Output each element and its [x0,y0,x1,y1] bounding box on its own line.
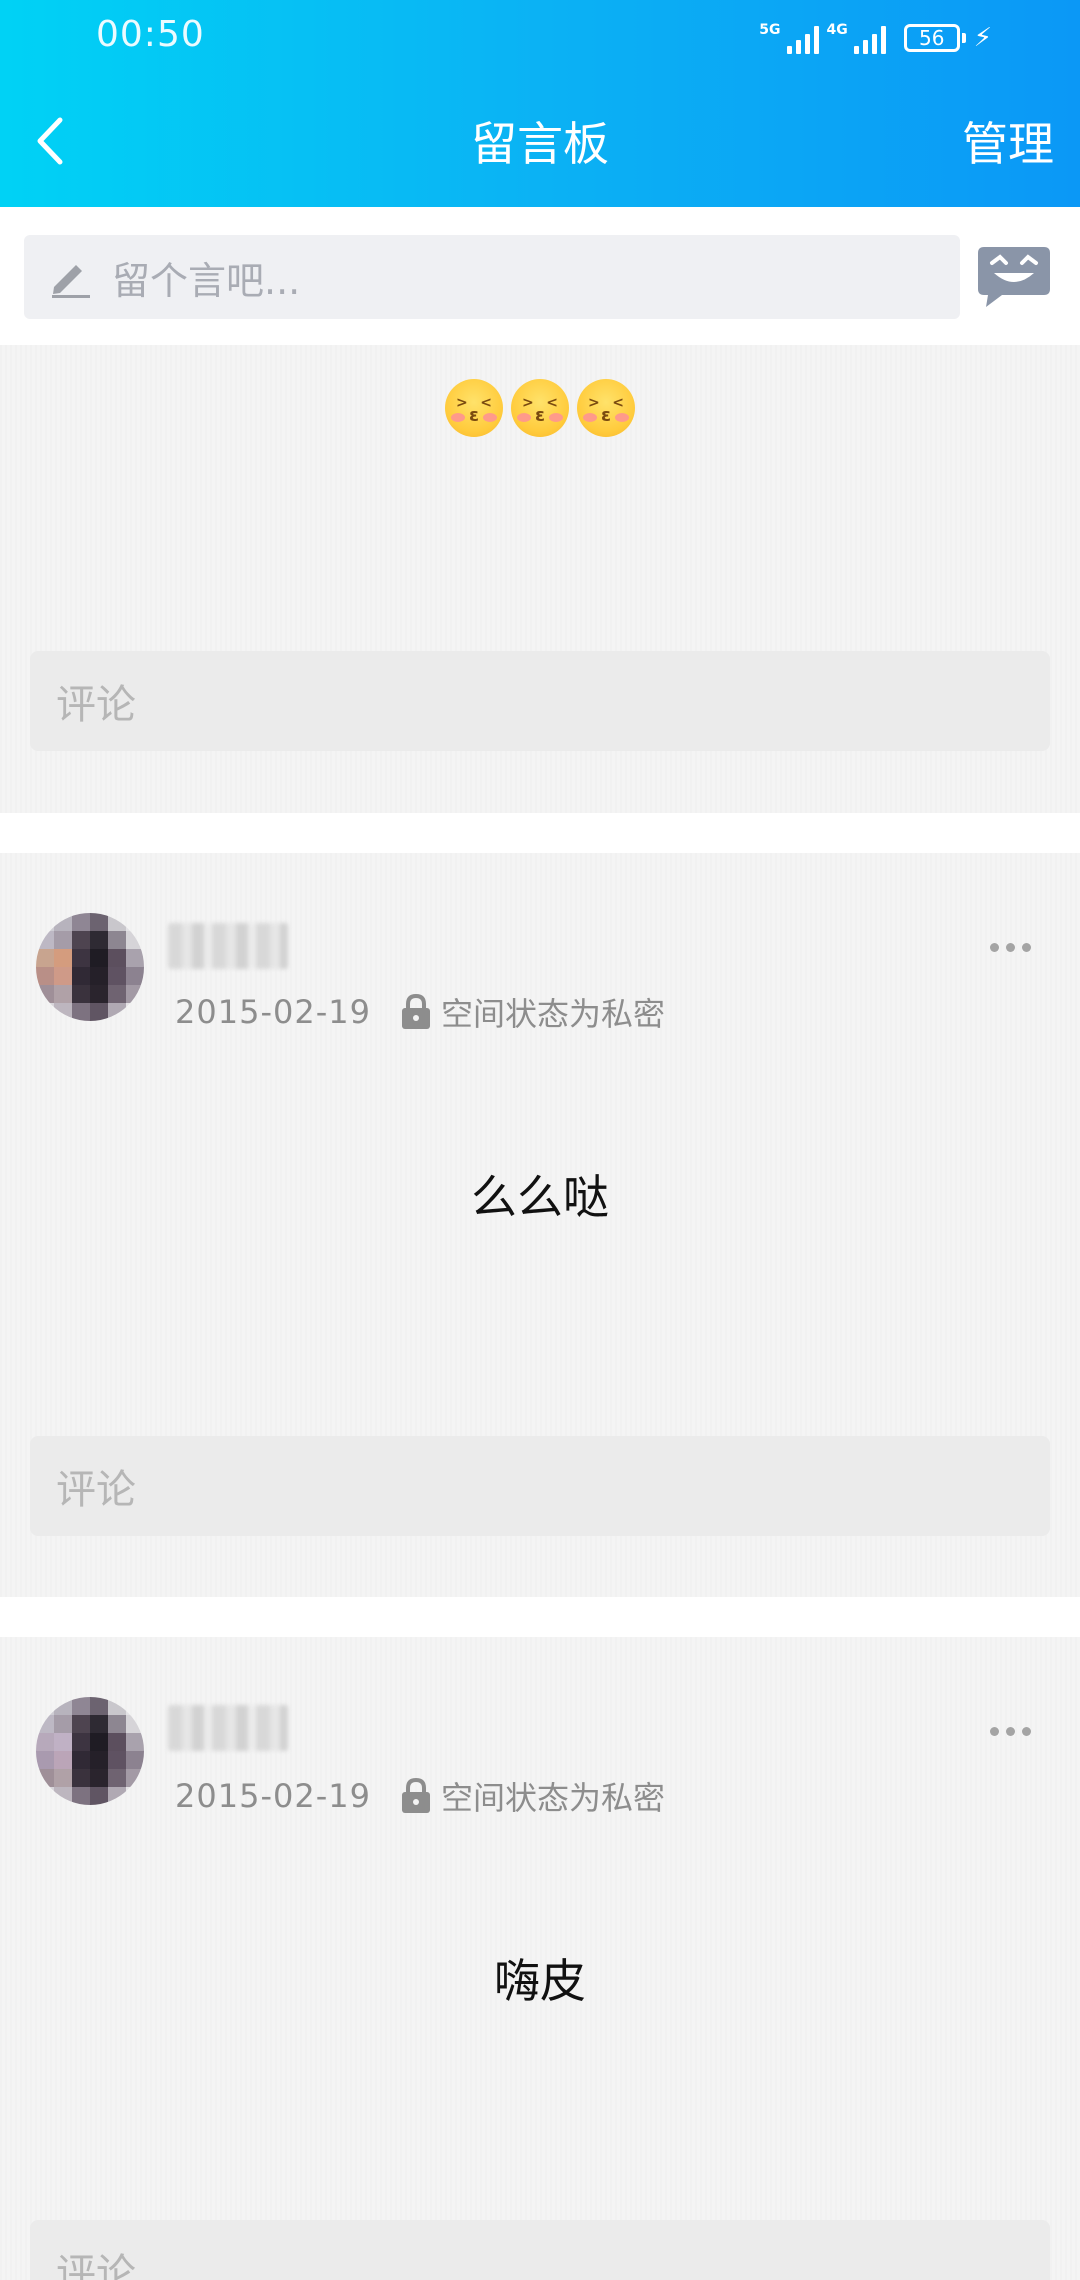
lock-icon [401,1777,430,1813]
comment-input[interactable]: 评论 [30,1436,1050,1536]
lock-icon [401,993,430,1029]
message-input[interactable]: 留个言吧... [24,235,960,319]
signal-5g-icon: 5G [759,22,819,54]
comment-placeholder: 评论 [56,2251,136,2280]
message-text: 嗨皮 [494,1954,586,2008]
kiss-emoji-icon: > < ε [511,379,569,437]
message-card: 2015-02-19 空间状态为私密 嗨皮 评论 [0,1637,1080,2280]
post-meta: 2015-02-19 空间状态为私密 [175,1773,665,1819]
message-text: 么么哒 [471,1170,609,1224]
more-options-icon[interactable] [990,937,1040,957]
avatar[interactable] [36,913,144,1021]
post-meta: 2015-02-19 空间状态为私密 [175,989,665,1035]
page-title: 留言板 [471,117,609,171]
comment-input[interactable]: 评论 [30,2220,1050,2280]
kiss-emoji-icon: > < ε [445,379,503,437]
privacy-status: 空间状态为私密 [440,995,665,1033]
signal-4g-icon: 4G [827,22,886,54]
message-card: 2015-02-19 空间状态为私密 么么哒 评论 [0,853,1080,1597]
post-date: 2015-02-19 [175,993,371,1031]
comment-placeholder: 评论 [56,682,136,728]
post-date: 2015-02-19 [175,1777,371,1815]
kiss-emoji-icon: > < ε [577,379,635,437]
battery-icon: 56 [903,24,966,52]
card-divider [0,813,1080,853]
message-emoji-row: > < ε > < ε > < ε [0,379,1080,437]
card-divider [0,1597,1080,1637]
comment-input[interactable]: 评论 [30,651,1050,751]
username-blurred[interactable] [168,1705,288,1751]
status-time: 00:50 [96,14,205,55]
signal-5g-label: 5G [759,22,781,38]
message-composer: 留个言吧... [0,207,1080,345]
avatar[interactable] [36,1697,144,1805]
message-card: > < ε > < ε > < ε 评论 [0,345,1080,813]
more-options-icon[interactable] [990,1721,1040,1741]
emoji-face-icon[interactable] [976,243,1052,309]
status-icons: 5G 4G 56 ⚡ [759,16,992,60]
message-input-placeholder: 留个言吧... [112,258,301,303]
app-header: 00:50 5G 4G 56 ⚡ 留言板 管理 [0,0,1080,207]
manage-button[interactable]: 管理 [962,108,1054,174]
username-blurred[interactable] [168,923,288,969]
charging-icon: ⚡ [973,23,992,53]
privacy-status: 空间状态为私密 [440,1779,665,1817]
signal-4g-label: 4G [826,22,848,38]
comment-placeholder: 评论 [56,1467,136,1513]
pencil-icon [52,265,90,298]
